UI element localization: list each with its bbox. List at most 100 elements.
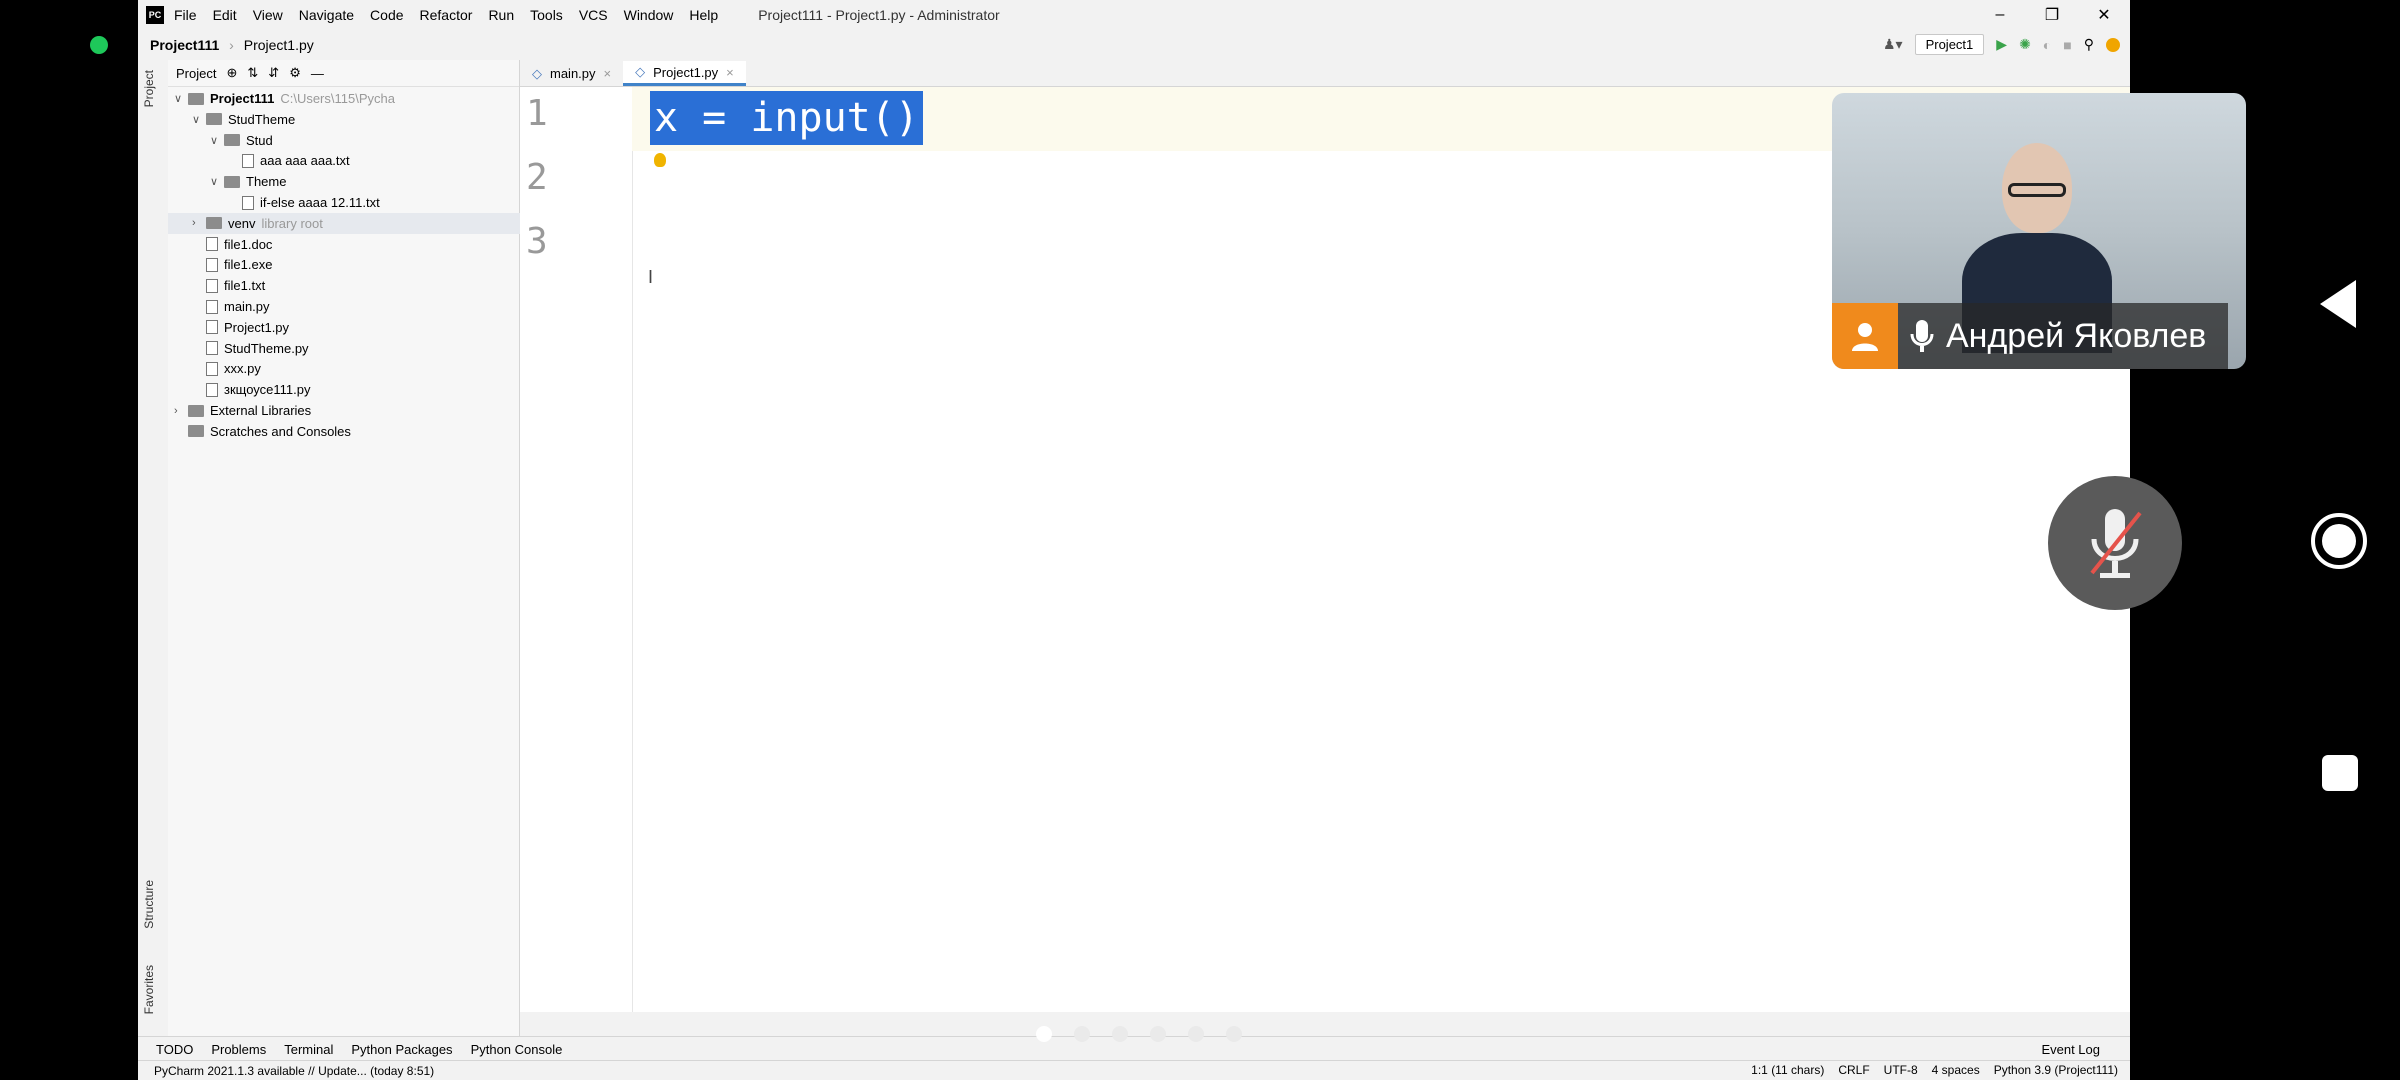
status-message[interactable]: PyCharm 2021.1.3 available // Update... …: [154, 1064, 434, 1078]
participant-video-tile[interactable]: Андрей Яковлев: [1832, 93, 2246, 369]
selected-code-line[interactable]: x = input(): [650, 91, 923, 145]
project-panel-title[interactable]: Project: [176, 66, 216, 81]
window-controls: – ❐ ✕: [1974, 0, 2130, 30]
debug-icon[interactable]: ✺: [2019, 36, 2031, 53]
lightbulb-icon[interactable]: [654, 153, 666, 167]
menu-window[interactable]: Window: [624, 5, 674, 25]
indent-setting[interactable]: 4 spaces: [1932, 1063, 1980, 1077]
page-dot[interactable]: [1074, 1026, 1090, 1042]
page-dot[interactable]: [1036, 1026, 1052, 1042]
update-icon[interactable]: [2106, 37, 2120, 52]
python-file-icon: ◇: [532, 65, 542, 81]
chevron-right-icon[interactable]: ›: [174, 405, 188, 417]
close-tab-icon[interactable]: ×: [604, 66, 612, 81]
file-icon: [206, 299, 218, 314]
user-icon[interactable]: ♟▾: [1883, 36, 1903, 53]
stop-icon[interactable]: ■: [2063, 37, 2071, 53]
page-dot[interactable]: [1188, 1026, 1204, 1042]
back-icon[interactable]: [2316, 278, 2360, 330]
tree-item[interactable]: ∨ StudTheme: [192, 109, 295, 130]
tree-item-label: if-else aaaa 12.11.txt: [260, 195, 380, 210]
chevron-down-icon[interactable]: ∨: [192, 113, 206, 126]
menu-run[interactable]: Run: [488, 5, 514, 25]
python-interpreter[interactable]: Python 3.9 (Project111): [1994, 1063, 2118, 1077]
recents-icon[interactable]: [2320, 753, 2360, 793]
locate-icon[interactable]: ⊕: [226, 65, 237, 81]
restore-icon[interactable]: ❐: [2026, 0, 2078, 30]
search-icon[interactable]: ⚲: [2084, 36, 2094, 53]
gear-icon[interactable]: ⚙: [289, 65, 301, 81]
caret-position[interactable]: 1:1 (11 chars): [1751, 1063, 1824, 1077]
status-widgets: 1:1 (11 chars) CRLF UTF-8 4 spaces Pytho…: [1751, 1063, 2118, 1077]
favorites-tool-label[interactable]: Favorites: [142, 965, 156, 1014]
minimize-icon[interactable]: –: [1974, 0, 2026, 30]
tree-item[interactable]: ∨ Theme: [210, 171, 286, 192]
page-dot[interactable]: [1150, 1026, 1166, 1042]
coverage-icon[interactable]: ◐: [2043, 37, 2051, 53]
file-encoding[interactable]: UTF-8: [1884, 1063, 1918, 1077]
page-dot[interactable]: [1226, 1026, 1242, 1042]
run-icon[interactable]: ▶: [1996, 36, 2007, 53]
tree-item[interactable]: Scratches and Consoles: [174, 421, 351, 442]
expand-all-icon[interactable]: ⇅: [247, 65, 258, 81]
tree-item-label: file1.txt: [224, 278, 266, 294]
close-icon[interactable]: ✕: [2078, 0, 2130, 30]
tree-item[interactable]: зкщоусе111.py: [192, 379, 310, 400]
problems-tool[interactable]: Problems: [211, 1042, 266, 1057]
menu-tools[interactable]: Tools: [530, 5, 563, 25]
status-bar: PyCharm 2021.1.3 available // Update... …: [138, 1060, 2130, 1080]
tree-item[interactable]: if-else aaaa 12.11.txt: [228, 192, 380, 213]
tree-item-label: file1.doc: [224, 236, 273, 252]
file-icon: [242, 195, 254, 210]
menu-vcs[interactable]: VCS: [579, 5, 608, 25]
terminal-tool[interactable]: Terminal: [284, 1042, 333, 1057]
menu-navigate[interactable]: Navigate: [299, 5, 354, 25]
tree-item-label: Stud: [246, 132, 273, 148]
chevron-down-icon[interactable]: ∨: [210, 134, 224, 147]
breadcrumb-file[interactable]: Project1.py: [244, 37, 314, 53]
python-console-tool[interactable]: Python Console: [471, 1042, 563, 1057]
todo-tool[interactable]: TODO: [156, 1042, 193, 1057]
menu-code[interactable]: Code: [370, 5, 403, 25]
file-icon: [206, 320, 218, 335]
tree-item[interactable]: file1.txt: [192, 275, 265, 296]
line-separator[interactable]: CRLF: [1838, 1063, 1869, 1077]
tree-item[interactable]: file1.doc: [192, 234, 272, 255]
chevron-down-icon[interactable]: ∨: [174, 92, 188, 105]
tree-item[interactable]: ∨ Stud: [210, 130, 273, 151]
menu-refactor[interactable]: Refactor: [420, 5, 473, 25]
close-tab-icon[interactable]: ×: [726, 65, 734, 80]
tree-item[interactable]: aaa aaa aaa.txt: [228, 150, 350, 171]
tree-item[interactable]: › venv library root: [168, 212, 542, 234]
python-packages-tool[interactable]: Python Packages: [351, 1042, 452, 1057]
chevron-right-icon[interactable]: ›: [192, 217, 206, 229]
tree-item[interactable]: main.py: [192, 296, 270, 317]
menu-edit[interactable]: Edit: [213, 5, 237, 25]
folder-icon: [206, 217, 222, 230]
microphone-icon: [1910, 320, 1934, 352]
tree-item[interactable]: Project1.py: [192, 317, 289, 338]
collapse-all-icon[interactable]: ⇵: [268, 65, 279, 81]
tree-item[interactable]: › External Libraries: [174, 400, 311, 421]
editor-tabs: ◇ main.py × ◇ Project1.py ×: [520, 60, 2130, 87]
menu-help[interactable]: Help: [689, 5, 718, 25]
tab-main-py[interactable]: ◇ main.py ×: [520, 61, 623, 86]
tree-item[interactable]: ∨ Project111 C:\Users\115\Pycha: [174, 88, 395, 109]
hide-panel-icon[interactable]: —: [311, 66, 324, 81]
mute-microphone-button[interactable]: [2048, 476, 2182, 610]
tab-project1-py[interactable]: ◇ Project1.py ×: [623, 61, 746, 86]
chevron-down-icon[interactable]: ∨: [210, 175, 224, 188]
menu-view[interactable]: View: [253, 5, 283, 25]
tree-item[interactable]: xxx.py: [192, 358, 261, 379]
folder-icon: [224, 134, 240, 147]
breadcrumb-project[interactable]: Project111: [150, 37, 219, 53]
structure-tool-label[interactable]: Structure: [142, 880, 156, 929]
run-configuration-select[interactable]: Project1: [1914, 34, 1985, 55]
project-tool-label[interactable]: Project: [142, 70, 156, 107]
home-icon[interactable]: [2310, 512, 2368, 570]
page-dot[interactable]: [1112, 1026, 1128, 1042]
menu-file[interactable]: File: [174, 5, 197, 25]
event-log-tool[interactable]: Event Log: [2041, 1042, 2100, 1057]
tree-item[interactable]: StudTheme.py: [192, 338, 309, 359]
tree-item[interactable]: file1.exe: [192, 254, 272, 275]
